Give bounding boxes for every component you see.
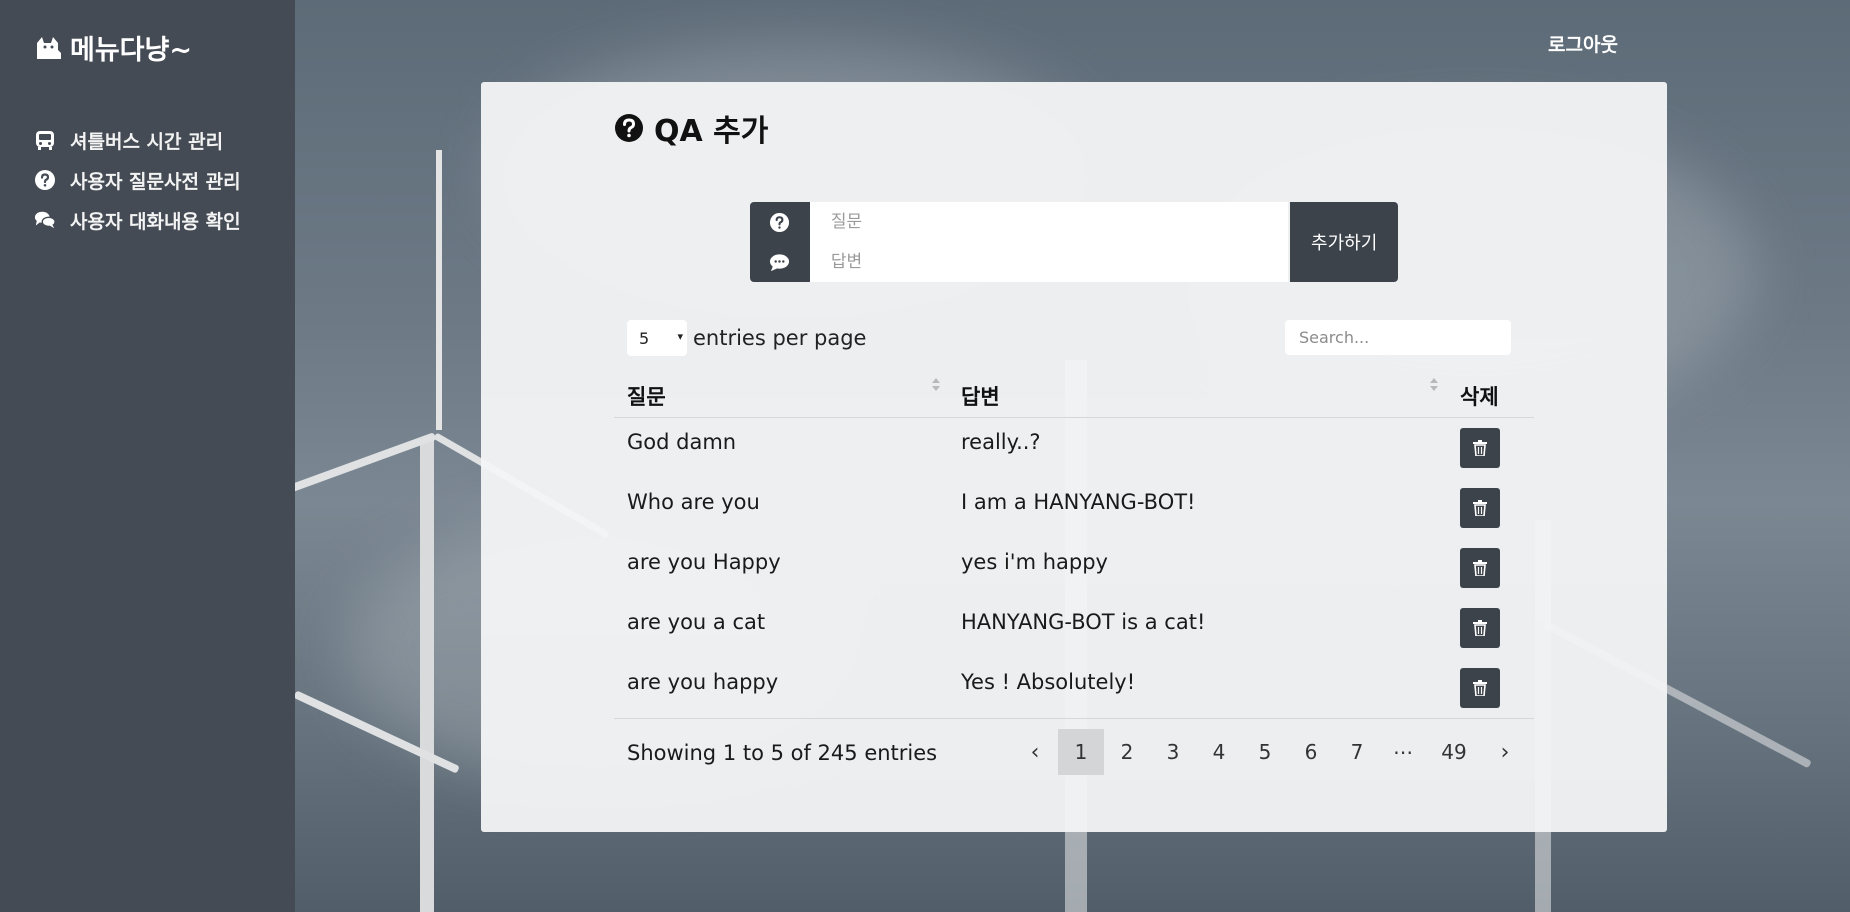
table-body: God damn really..? Who are you I am a HA… [614, 418, 1534, 718]
comments-icon [34, 211, 56, 229]
trash-icon [1473, 680, 1487, 696]
brand-logo[interactable]: 메뉴다냥~ [34, 28, 192, 67]
comment-dots-icon [770, 253, 790, 271]
question-cell: God damn [627, 430, 737, 454]
sort-icon[interactable] [931, 378, 941, 394]
per-page-value: 5 [639, 328, 650, 348]
question-cell: Who are you [627, 490, 760, 514]
prev-page-button[interactable]: ‹ [1012, 729, 1058, 775]
sidebar-item-label: 사용자 질문사전 관리 [70, 170, 241, 193]
question-circle-icon [770, 212, 790, 232]
page-button-6[interactable]: 6 [1288, 729, 1334, 775]
column-header-question[interactable]: 질문 [627, 381, 666, 411]
sidebar-item-shuttle[interactable]: 셔틀버스 시간 관리 [34, 120, 241, 160]
delete-button[interactable] [1460, 548, 1500, 588]
table-row: are you Happy yes i'm happy [614, 538, 1534, 598]
sort-icon[interactable] [1429, 378, 1439, 394]
sidebar: 메뉴다냥~ 셔틀버스 시간 관리 사용자 질문사전 관리 사용자 대화내용 확인 [0, 0, 295, 912]
question-circle-icon [615, 114, 643, 142]
trash-icon [1473, 440, 1487, 456]
delete-button[interactable] [1460, 488, 1500, 528]
trash-icon [1473, 620, 1487, 636]
delete-button[interactable] [1460, 668, 1500, 708]
sidebar-item-label: 셔틀버스 시간 관리 [70, 130, 224, 153]
answer-cell: Yes ! Absolutely! [961, 670, 1136, 694]
answer-cell: HANYANG-BOT is a cat! [961, 610, 1206, 634]
question-cell: are you happy [627, 670, 779, 694]
question-cell: are you a cat [627, 610, 766, 634]
page-button-last[interactable]: 49 [1426, 729, 1482, 775]
qa-inputs [809, 202, 1289, 282]
table-controls: 5 ▾ entries per page [627, 320, 1523, 356]
per-page-label: entries per page [693, 326, 867, 350]
page-button-7[interactable]: 7 [1334, 729, 1380, 775]
pagination: ‹ 1 2 3 4 5 6 7 ⋯ 49 › [1012, 729, 1528, 775]
table-row: are you a cat HANYANG-BOT is a cat! [614, 598, 1534, 658]
page-button-5[interactable]: 5 [1242, 729, 1288, 775]
table-row: Who are you I am a HANYANG-BOT! [614, 478, 1534, 538]
answer-cell: really..? [961, 430, 1041, 454]
logout-link[interactable]: 로그아웃 [1548, 30, 1618, 57]
answer-input[interactable] [809, 242, 1289, 282]
table-row: God damn really..? [614, 418, 1534, 478]
cat-icon [37, 36, 61, 59]
table-footer: Showing 1 to 5 of 245 entries ‹ 1 2 3 4 … [614, 718, 1534, 786]
entries-info: Showing 1 to 5 of 245 entries [627, 741, 938, 765]
question-circle-icon [35, 170, 55, 190]
sidebar-nav: 셔틀버스 시간 관리 사용자 질문사전 관리 사용자 대화내용 확인 [34, 120, 241, 240]
column-header-delete: 삭제 [1460, 385, 1499, 409]
sidebar-item-conversations[interactable]: 사용자 대화내용 확인 [34, 200, 241, 240]
pagination-ellipsis: ⋯ [1393, 740, 1413, 764]
delete-button[interactable] [1460, 608, 1500, 648]
sidebar-item-qa-dictionary[interactable]: 사용자 질문사전 관리 [34, 160, 241, 200]
sidebar-item-label: 사용자 대화내용 확인 [70, 210, 241, 233]
page-title-text: QA 추가 [654, 114, 769, 149]
answer-cell: yes i'm happy [961, 550, 1108, 574]
add-qa-button[interactable]: 추가하기 [1290, 202, 1398, 282]
bus-icon [36, 131, 54, 150]
trash-icon [1473, 560, 1487, 576]
delete-button[interactable] [1460, 428, 1500, 468]
qa-add-form: 추가하기 [750, 202, 1398, 282]
per-page-select[interactable]: 5 ▾ [627, 320, 687, 356]
qa-card: QA 추가 질문 답변 추가하기 5 ▾ entries per page Se… [481, 82, 1667, 832]
question-cell: are you Happy [627, 550, 781, 574]
table-header: 질문 답변 삭제 [614, 368, 1534, 418]
next-page-button[interactable]: › [1482, 729, 1528, 775]
search-input[interactable] [1285, 320, 1511, 355]
page-button-3[interactable]: 3 [1150, 729, 1196, 775]
trash-icon [1473, 500, 1487, 516]
page-title: QA 추가 [614, 106, 768, 150]
question-input[interactable] [809, 202, 1289, 242]
page-button-4[interactable]: 4 [1196, 729, 1242, 775]
caret-down-icon: ▾ [677, 330, 683, 343]
table-row: are you happy Yes ! Absolutely! [614, 658, 1534, 718]
brand-name: 메뉴다냥~ [70, 35, 192, 66]
page-button-2[interactable]: 2 [1104, 729, 1150, 775]
column-header-answer[interactable]: 답변 [961, 381, 1000, 411]
page-button-1[interactable]: 1 [1058, 729, 1104, 775]
per-page-control: 5 ▾ entries per page [627, 320, 866, 356]
answer-cell: I am a HANYANG-BOT! [961, 490, 1196, 514]
qa-form-icons [750, 202, 810, 282]
